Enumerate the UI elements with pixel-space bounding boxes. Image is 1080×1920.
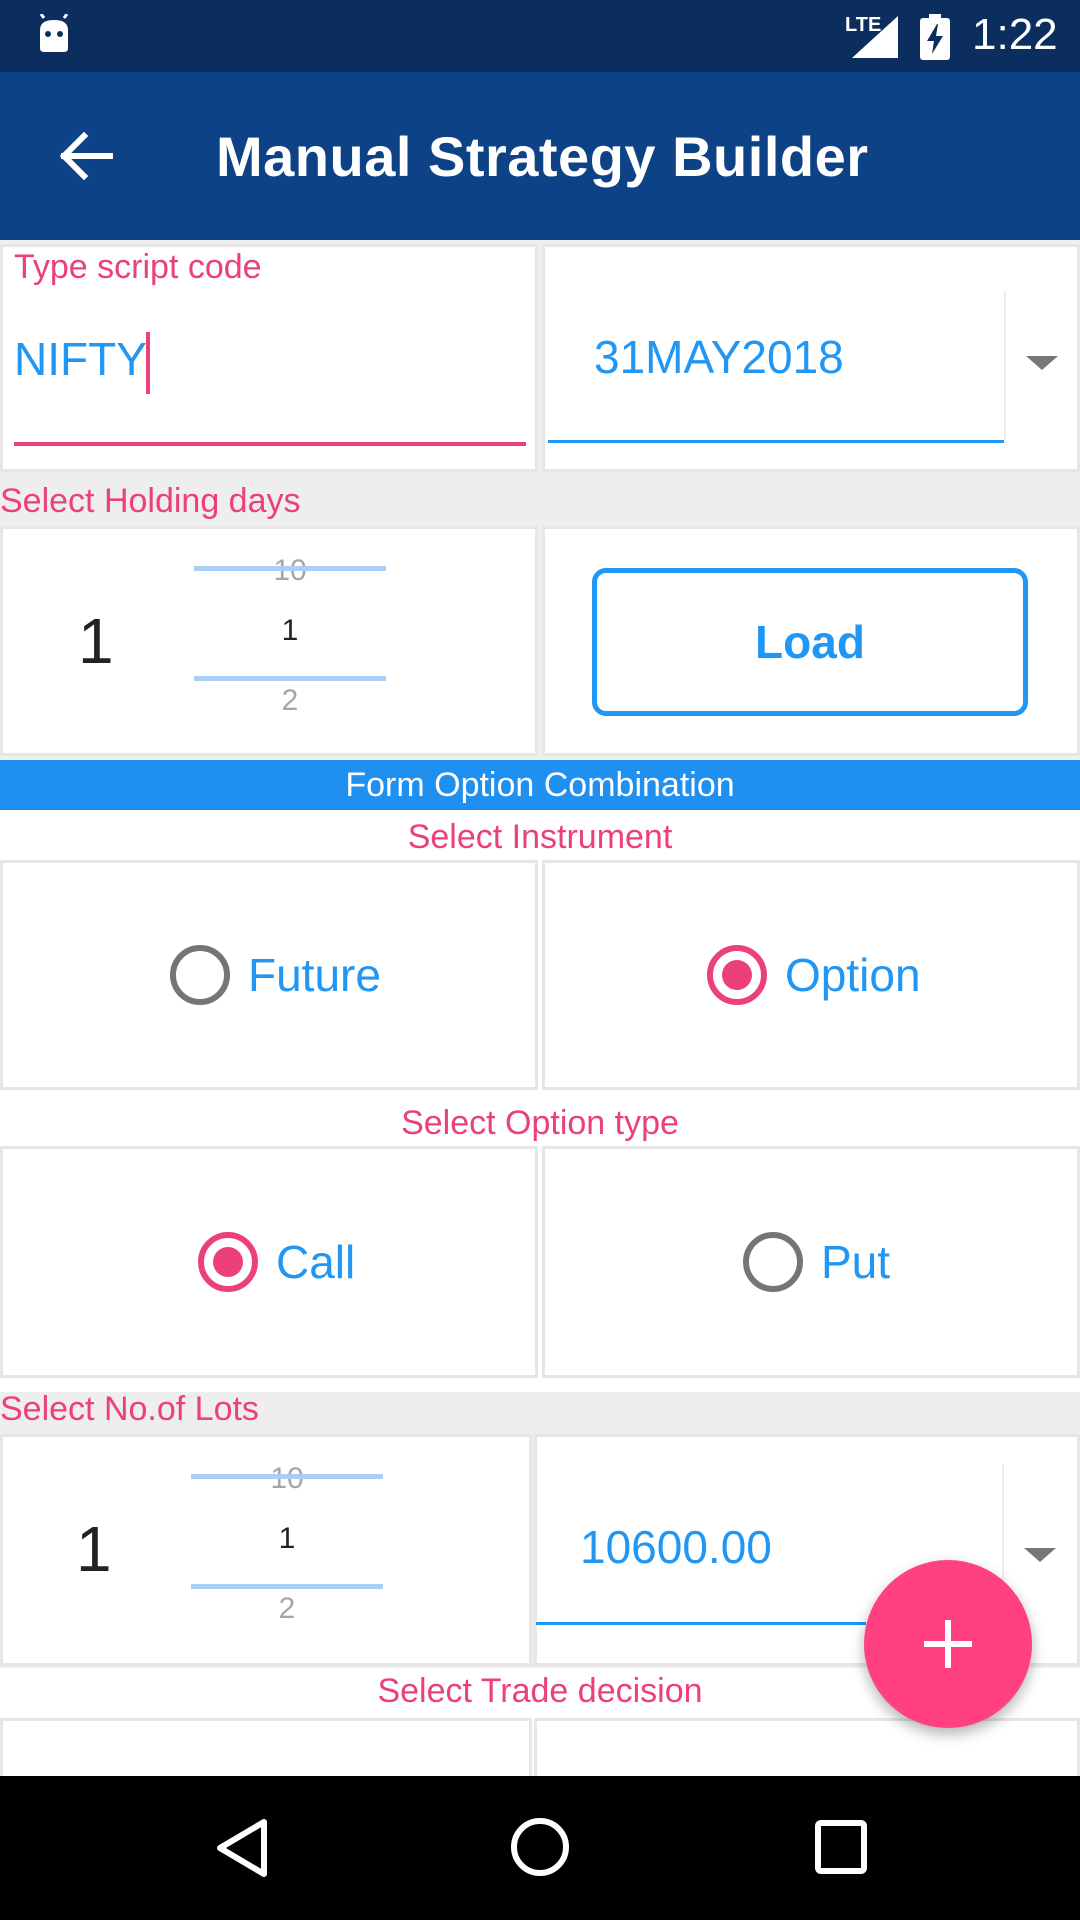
script-code-value: NIFTY (14, 333, 147, 385)
trade-sell-card (534, 1718, 1080, 1776)
battery-charging-icon (920, 14, 950, 60)
signal-icon (852, 16, 898, 58)
app-bar: Manual Strategy Builder (0, 72, 1080, 240)
form-option-combination-banner: Form Option Combination (0, 760, 1080, 810)
radio-label-option: Option (785, 949, 921, 1001)
lots-picker[interactable]: 10 1 2 (191, 1454, 383, 1644)
picker-divider-top (194, 566, 386, 571)
script-code-label: Type script code (14, 248, 262, 286)
radio-future[interactable]: Future (170, 945, 381, 1005)
trade-buy-card (0, 1718, 532, 1776)
strike-selected-value: 10600.00 (580, 1521, 772, 1573)
add-icon (924, 1620, 972, 1668)
picker-prev-value: 10 (191, 1462, 383, 1496)
recents-nav-icon[interactable] (814, 1819, 868, 1875)
picker-next-value: 2 (278, 1592, 296, 1625)
picker-current-value: 1 (281, 614, 299, 647)
holding-days-picker[interactable]: 10 1 2 (194, 546, 386, 736)
page-title: Manual Strategy Builder (216, 125, 869, 188)
navigation-bar (0, 1776, 1080, 1920)
picker-next-value: 2 (281, 684, 299, 717)
expiry-divider (1004, 290, 1006, 440)
picker-divider-top (191, 1474, 383, 1479)
status-bar: LTE 1:22 (0, 0, 1080, 72)
add-fab-button[interactable] (864, 1560, 1032, 1728)
android-notification-icon (39, 14, 69, 52)
holding-days-label: Select Holding days (0, 482, 301, 520)
picker-divider-bottom (194, 676, 386, 681)
picker-prev-value: 10 (194, 554, 386, 588)
home-nav-icon[interactable] (509, 1816, 571, 1878)
picker-current-value: 1 (278, 1522, 296, 1555)
form-content: Type script code NIFTY 31MAY2018 Select … (0, 240, 1080, 1776)
radio-label-call: Call (276, 1236, 356, 1288)
radio-button-checked-icon (198, 1232, 258, 1292)
chevron-down-icon (1026, 356, 1058, 370)
radio-button-icon (170, 945, 230, 1005)
instrument-label: Select Instrument (407, 818, 673, 856)
radio-button-icon (743, 1232, 803, 1292)
option-type-label: Select Option type (401, 1104, 679, 1142)
radio-call[interactable]: Call (198, 1232, 355, 1292)
strike-underline (536, 1622, 866, 1625)
lots-value: 1 (76, 1513, 112, 1585)
picker-divider-bottom (191, 1584, 383, 1589)
radio-put[interactable]: Put (743, 1232, 890, 1292)
clock: 1:22 (972, 10, 1058, 59)
expiry-selected-value: 31MAY2018 (594, 331, 844, 383)
radio-option[interactable]: Option (707, 945, 921, 1005)
holding-days-value: 1 (78, 605, 114, 677)
radio-label-future: Future (248, 949, 381, 1001)
expiry-underline (548, 440, 1004, 443)
script-code-underline (14, 442, 526, 446)
expiry-dropdown[interactable]: 31MAY2018 (548, 290, 1074, 460)
radio-button-checked-icon (707, 945, 767, 1005)
text-cursor (146, 332, 150, 394)
chevron-down-icon (1024, 1548, 1056, 1562)
radio-label-put: Put (821, 1236, 891, 1288)
load-button[interactable]: Load (592, 568, 1028, 716)
back-nav-icon[interactable] (212, 1816, 272, 1880)
script-code-input[interactable]: NIFTY (14, 332, 526, 432)
arrow-back-icon[interactable] (56, 124, 120, 188)
lots-label: Select No.of Lots (0, 1390, 259, 1428)
